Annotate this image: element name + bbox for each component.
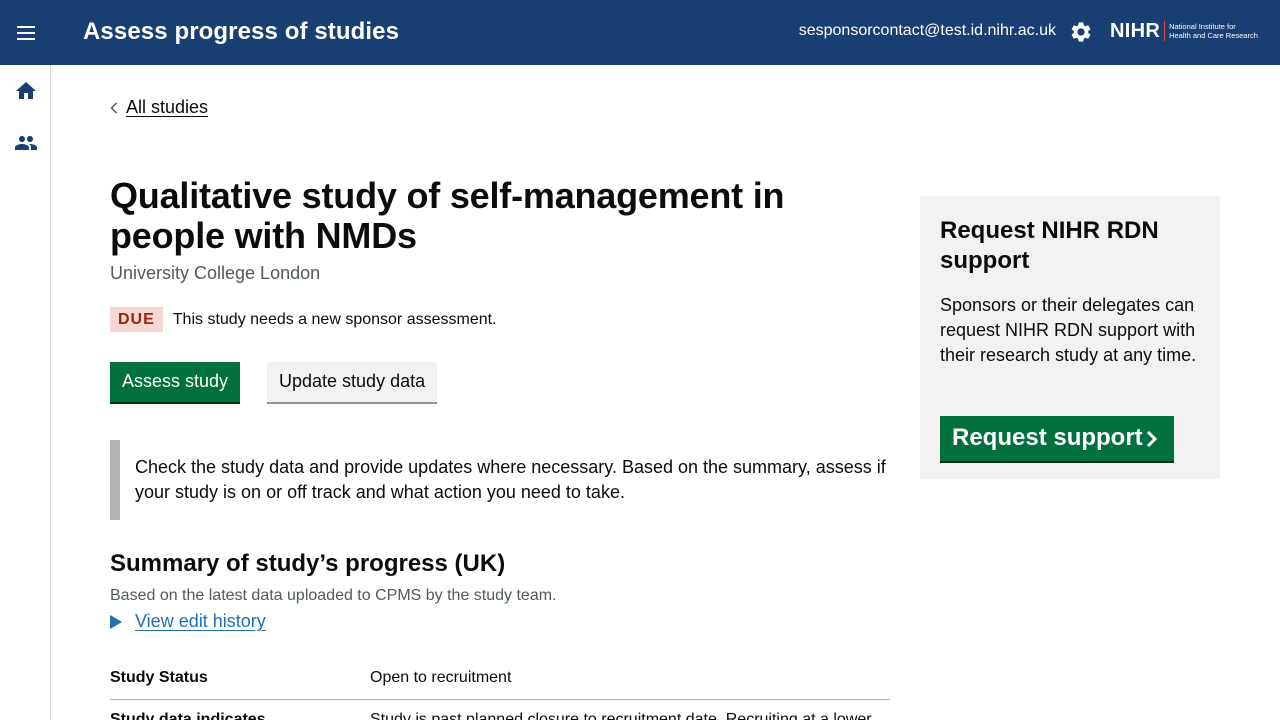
summary-row: Study data indicates Study is past plann… xyxy=(110,700,890,720)
side-navigation xyxy=(0,65,51,720)
app-title: Assess progress of studies xyxy=(83,18,400,45)
summary-key: Study data indicates xyxy=(110,711,266,720)
summary-value: Open to recruitment xyxy=(370,669,512,686)
request-support-button[interactable]: Request support xyxy=(940,416,1174,461)
summary-heading: Summary of study’s progress (UK) xyxy=(110,550,506,577)
user-email: sesponsorcontact@test.id.nihr.ac.uk xyxy=(798,22,1056,39)
study-status-row: DUE This study needs a new sponsor asses… xyxy=(110,307,497,332)
request-support-panel: Request NIHR RDN support Sponsors or the… xyxy=(920,196,1220,479)
logo-divider xyxy=(1164,21,1166,41)
summary-subtitle: Based on the latest data uploaded to CPM… xyxy=(110,587,557,604)
summary-row: Study Status Open to recruitment xyxy=(110,658,890,700)
summary-key: Study Status xyxy=(110,669,208,686)
update-study-data-button[interactable]: Update study data xyxy=(267,362,438,402)
app-header: Assess progress of studies sesponsorcont… xyxy=(0,0,1280,65)
study-organisation: University College London xyxy=(110,263,321,283)
people-icon[interactable] xyxy=(14,131,38,155)
breadcrumb: All studies xyxy=(110,97,208,118)
panel-title: Request NIHR RDN support xyxy=(940,217,1159,274)
logo-text: NIHR xyxy=(1110,19,1161,42)
chevron-left-icon xyxy=(110,101,118,114)
status-message: This study needs a new sponsor assessmen… xyxy=(172,310,497,328)
inset-text: Check the study data and provide updates… xyxy=(110,440,890,520)
logo-subtitle: National Institute for Health and Care R… xyxy=(1169,22,1258,40)
hamburger-menu-icon[interactable] xyxy=(14,21,40,45)
back-link-all-studies[interactable]: All studies xyxy=(126,97,208,118)
panel-text: Sponsors or their delegates can request … xyxy=(940,295,1197,365)
summary-value: Study is past planned closure to recruit… xyxy=(370,711,872,720)
caret-right-icon xyxy=(110,614,122,629)
summary-list: Study Status Open to recruitment Study d… xyxy=(110,658,890,720)
request-support-label: Request support xyxy=(952,424,1143,451)
nihr-logo[interactable]: NIHR National Institute for Health and C… xyxy=(1110,18,1258,44)
edit-history-toggle[interactable]: View edit history xyxy=(110,611,266,632)
home-icon[interactable] xyxy=(14,79,38,103)
gear-icon[interactable] xyxy=(1069,20,1093,44)
page-title: Qualitative study of self-management in … xyxy=(110,175,785,256)
status-badge: DUE xyxy=(110,307,163,332)
chevron-right-icon xyxy=(1146,430,1158,448)
view-edit-history-link[interactable]: View edit history xyxy=(135,611,266,632)
assess-study-button[interactable]: Assess study xyxy=(110,362,241,402)
